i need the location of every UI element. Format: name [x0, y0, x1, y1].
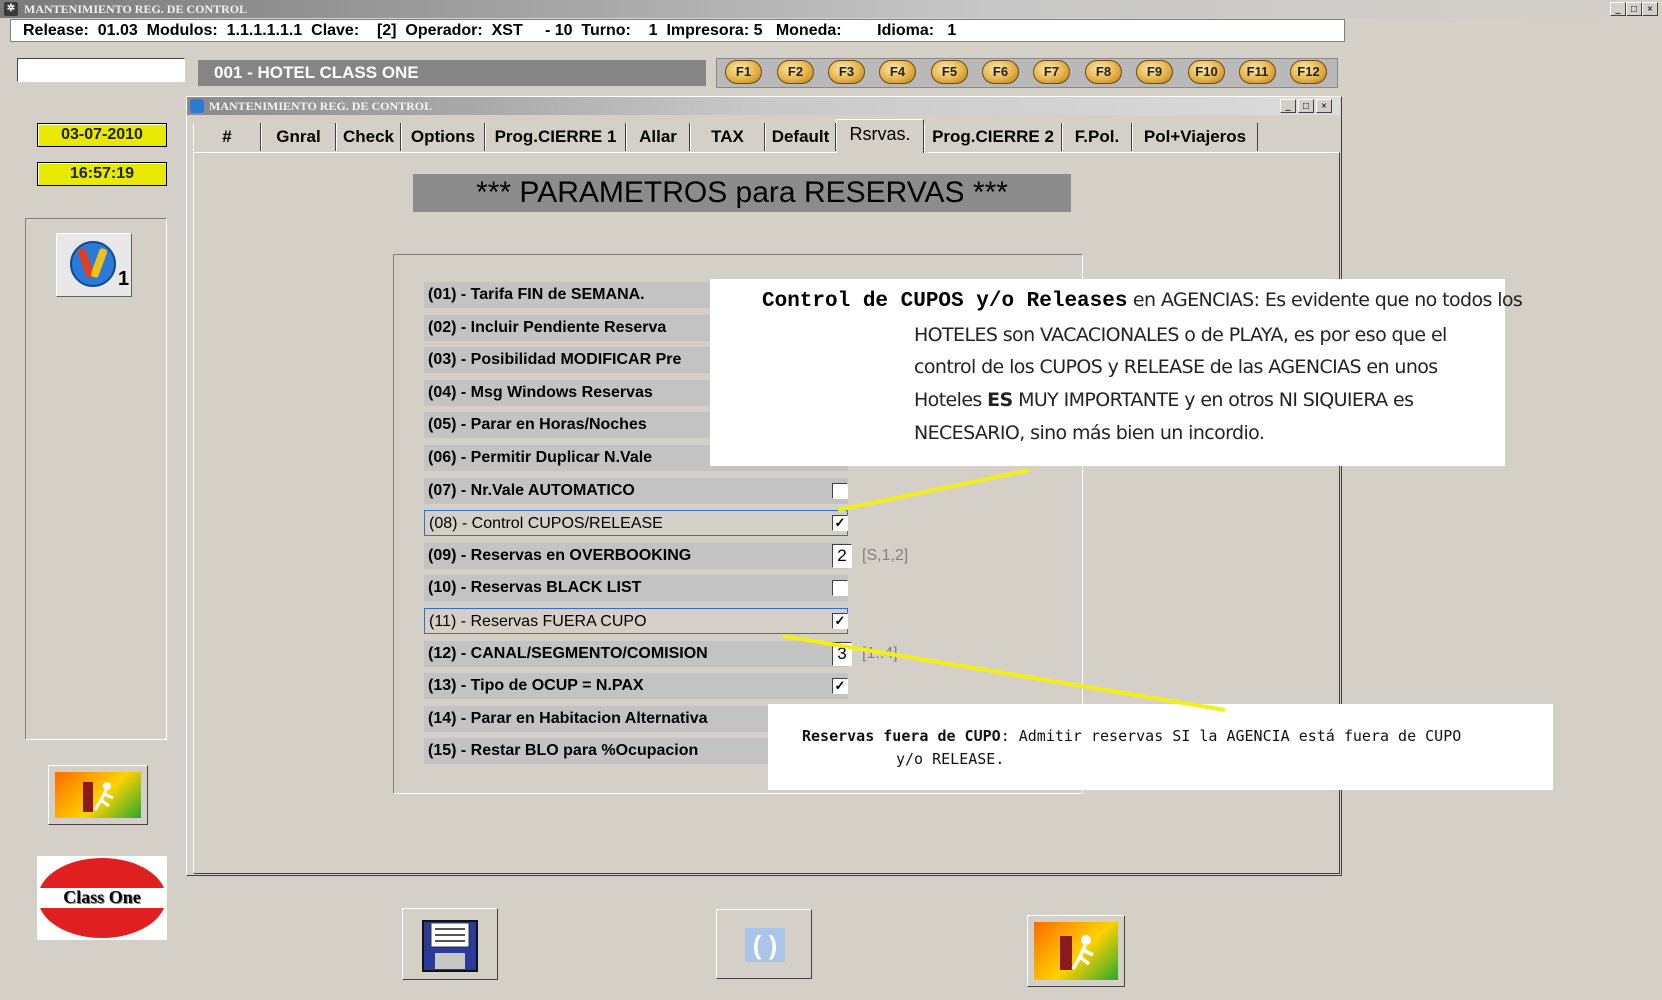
save-button[interactable] — [402, 908, 498, 980]
refresh-icon: ( ) — [745, 928, 785, 962]
pointer-line-cupos — [837, 468, 1031, 512]
refresh-button[interactable]: ( ) — [716, 909, 812, 979]
exit-button[interactable] — [1027, 915, 1125, 987]
exit-door-icon — [1060, 935, 1094, 970]
callout-pointers — [782, 468, 1226, 712]
save-icon — [422, 920, 478, 972]
pointer-line-fuera-cupo — [782, 634, 1226, 712]
